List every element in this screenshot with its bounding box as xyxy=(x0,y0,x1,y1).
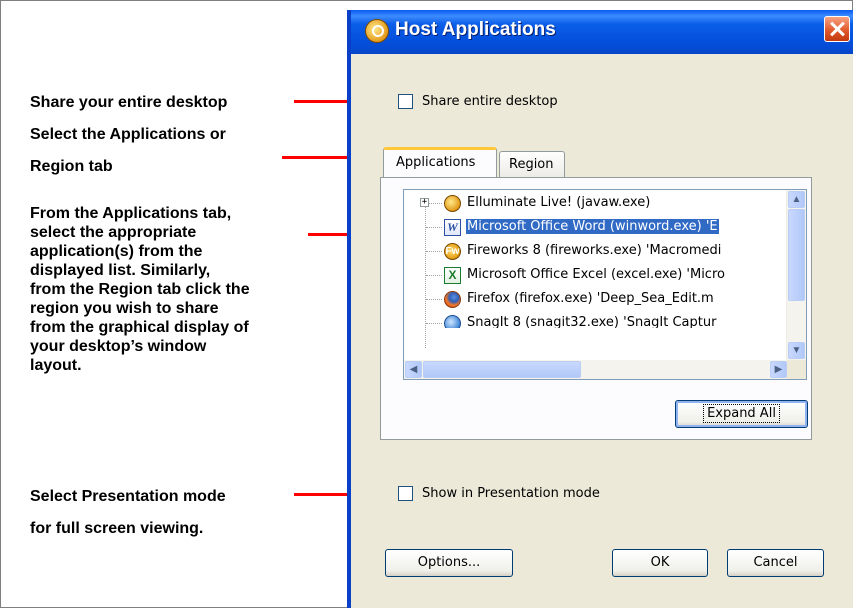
expand-node-icon[interactable]: + xyxy=(420,198,429,207)
scrollbar-corner xyxy=(787,360,806,379)
tree-branch xyxy=(426,227,442,228)
annotation-select-tab-line1: Select the Applications or xyxy=(30,126,226,143)
scroll-up-button[interactable]: ▲ xyxy=(788,191,805,208)
annotation-from-apps-7: from the graphical display of xyxy=(30,319,249,336)
dialog-title: Host Applications xyxy=(395,19,556,40)
title-bar[interactable]: Host Applications xyxy=(351,10,853,54)
annotation-from-apps-1: From the Applications tab, xyxy=(30,205,232,222)
tree-item-label: Microsoft Office Excel (excel.exe) 'Micr… xyxy=(467,267,725,282)
scroll-down-button[interactable]: ▼ xyxy=(788,342,805,359)
share-desktop-checkbox[interactable] xyxy=(398,94,413,109)
cancel-label: Cancel xyxy=(753,555,798,570)
annotation-from-apps-5: from the Region tab click the xyxy=(30,281,250,298)
cancel-button[interactable]: Cancel xyxy=(727,549,824,577)
annotation-presentation-1: Select Presentation mode xyxy=(30,488,226,505)
annotation-from-apps-6: region you wish to share xyxy=(30,300,219,317)
tab-applications-label: Applications xyxy=(396,155,476,170)
ok-label: OK xyxy=(650,555,670,570)
ok-button[interactable]: OK xyxy=(612,549,708,577)
tree-item-label: Microsoft Office Word (winword.exe) 'E xyxy=(466,219,719,234)
options-button[interactable]: Options... xyxy=(385,549,513,577)
close-button[interactable] xyxy=(824,16,850,42)
tree-branch xyxy=(426,275,442,276)
options-label: Options... xyxy=(417,555,481,570)
annotation-select-tab-line2: Region tab xyxy=(30,158,113,175)
share-desktop-label[interactable]: Share entire desktop xyxy=(422,94,558,109)
tree-vertical-scrollbar[interactable]: ▲ ▼ xyxy=(786,190,806,360)
application-tree[interactable]: + Elluminate Live! (javaw.exe) W Microso… xyxy=(403,189,807,380)
horizontal-scroll-thumb[interactable] xyxy=(423,361,581,378)
tree-item-word[interactable]: W Microsoft Office Word (winword.exe) 'E xyxy=(404,216,786,238)
excel-icon: X xyxy=(444,267,461,284)
scroll-right-button[interactable]: ▶ xyxy=(770,361,787,378)
expand-all-label: Expand All xyxy=(703,404,780,423)
firefox-icon xyxy=(444,291,461,308)
tree-item-label: SnagIt 8 (snagit32.exe) 'SnagIt Captur xyxy=(467,315,717,328)
annotation-from-apps-3: application(s) from the xyxy=(30,243,203,260)
tree-item-label: Fireworks 8 (fireworks.exe) 'Macromedi xyxy=(467,243,722,258)
annotation-from-apps-4: displayed list. Similarly, xyxy=(30,262,211,279)
tree-branch xyxy=(426,251,442,252)
expand-all-button[interactable]: Expand All xyxy=(675,400,808,428)
tree-item-firefox[interactable]: Firefox (firefox.exe) 'Deep_Sea_Edit.m xyxy=(404,288,786,310)
tab-region[interactable]: Region xyxy=(499,151,565,177)
tree-item-excel[interactable]: X Microsoft Office Excel (excel.exe) 'Mi… xyxy=(404,264,786,286)
annotation-from-apps-8: your desktop’s window xyxy=(30,338,207,355)
annotation-share-desktop: Share your entire desktop xyxy=(30,94,228,111)
tree-horizontal-scrollbar[interactable]: ◀ ▶ xyxy=(404,360,788,379)
tree-branch xyxy=(426,299,442,300)
annotation-from-apps-2: select the appropriate xyxy=(30,224,197,241)
vertical-scroll-thumb[interactable] xyxy=(788,209,805,301)
tree-item-elluminate[interactable]: Elluminate Live! (javaw.exe) xyxy=(404,192,786,214)
tree-branch xyxy=(426,323,442,324)
scroll-left-button[interactable]: ◀ xyxy=(405,361,422,378)
tab-applications[interactable]: Applications xyxy=(383,147,497,177)
presentation-mode-label[interactable]: Show in Presentation mode xyxy=(422,486,600,501)
tab-region-label: Region xyxy=(509,157,554,172)
elluminate-icon xyxy=(444,195,461,212)
snagit-icon xyxy=(444,315,461,328)
fireworks-icon: Fw xyxy=(444,243,461,260)
tree-item-label: Firefox (firefox.exe) 'Deep_Sea_Edit.m xyxy=(467,291,714,306)
tree-item-snagit[interactable]: SnagIt 8 (snagit32.exe) 'SnagIt Captur xyxy=(404,312,786,328)
annotation-from-apps-9: layout. xyxy=(30,357,82,374)
elluminate-logo-icon xyxy=(365,19,389,43)
annotation-presentation-2: for full screen viewing. xyxy=(30,520,204,537)
tree-item-fireworks[interactable]: Fw Fireworks 8 (fireworks.exe) 'Macromed… xyxy=(404,240,786,262)
tree-item-label: Elluminate Live! (javaw.exe) xyxy=(467,195,651,210)
word-icon: W xyxy=(444,219,461,236)
presentation-mode-checkbox[interactable] xyxy=(398,486,413,501)
